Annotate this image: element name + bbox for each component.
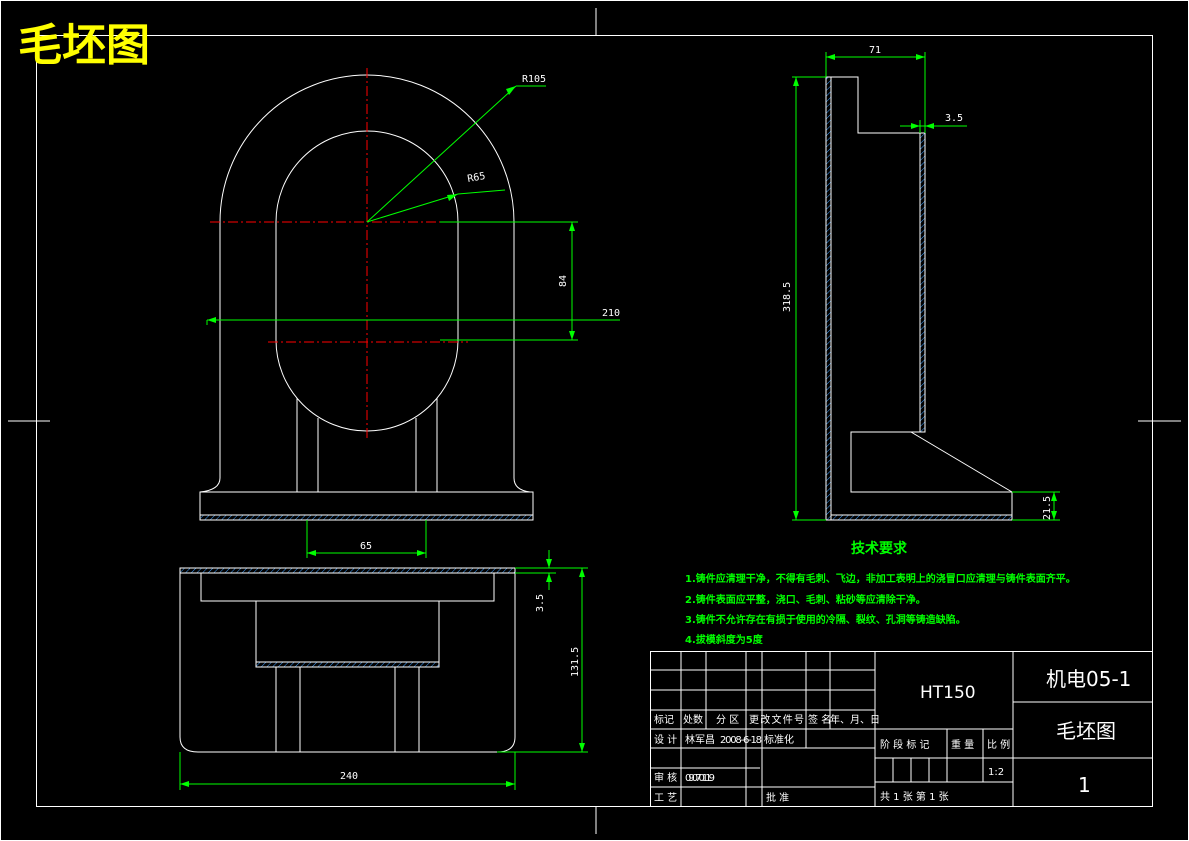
- requirement-3: 3.铸件不允许存在有损于使用的冷隔、裂纹、孔洞等铸造缺陷。: [685, 613, 966, 626]
- dim-240: 240: [340, 771, 358, 782]
- tb-header-count: 处数: [683, 713, 703, 726]
- tb-design-label: 设 计: [654, 733, 677, 746]
- front-base: [199, 491, 534, 516]
- tb-sheets: 共 1 张 第 1 张: [880, 790, 949, 803]
- dim-r105: R105: [522, 74, 546, 85]
- dim-3-5-bottom: 3.5: [535, 594, 546, 612]
- front-base-hatch: [199, 514, 534, 521]
- side-hatch: [825, 76, 1013, 521]
- big-title: 毛坯图: [18, 20, 150, 71]
- side-outline: [825, 76, 1013, 521]
- bottom-hatch: [179, 567, 516, 668]
- tb-header-change: 更改文件号: [749, 713, 804, 726]
- tb-weight-label: 重 量: [951, 738, 974, 751]
- tb-standardize-label: 标准化: [764, 733, 794, 746]
- bottom-dimension-arrows: [180, 559, 585, 787]
- requirement-2: 2.铸件表面应平整，浇口、毛刺、粘砂等应清除干净。: [685, 593, 926, 606]
- tb-header-date: 年、月、日: [830, 713, 880, 726]
- dim-210: 210: [602, 308, 620, 319]
- tb-stage-label: 阶 段 标 记: [880, 738, 930, 751]
- tb-material: HT150: [920, 683, 976, 703]
- tb-header-mark: 标记: [654, 714, 674, 726]
- front-dimension-arrows: [207, 86, 575, 556]
- requirement-4: 4.拔模斜度为5度: [685, 633, 764, 646]
- drawing-frame: [0, 0, 1189, 841]
- dim-21-5: 21.5: [1042, 496, 1053, 520]
- cad-drawing: 毛坯图 R105 R65 84 210 65 71 3.5 318.5 21.5…: [0, 0, 1189, 841]
- tb-drawing-name: 毛坯图: [1056, 719, 1116, 743]
- tb-header-zone: 分 区: [716, 714, 739, 726]
- tb-header-sign: 签 名: [808, 713, 831, 726]
- tb-scale-label: 比 例: [987, 738, 1010, 751]
- tb-class-code: 机电05-1: [1046, 667, 1131, 691]
- requirement-1: 1.铸件应清理干净，不得有毛刺、飞边，非加工表明上的浇冒口应清理与铸件表面齐平。: [685, 572, 1076, 585]
- requirements-heading: 技术要求: [851, 540, 908, 557]
- dim-71: 71: [869, 45, 881, 56]
- bottom-dimensions: [179, 550, 588, 790]
- dim-r65: R65: [467, 171, 487, 185]
- tb-review-value: 09070119: [685, 773, 715, 784]
- dim-65: 65: [360, 541, 372, 552]
- side-view: [825, 76, 1013, 521]
- tb-drawing-number: 1: [1078, 773, 1091, 797]
- dim-131-5: 131.5: [570, 647, 581, 677]
- tb-design-date: 2008-6-18: [720, 735, 762, 746]
- outer-arch: [219, 74, 531, 493]
- tb-process-label: 工 艺: [654, 792, 677, 804]
- side-dimensions: [792, 52, 1060, 521]
- dim-318-5: 318.5: [782, 282, 793, 312]
- tb-review-label: 审 核: [654, 771, 677, 784]
- tb-scale-value: 1:2: [988, 767, 1004, 778]
- dim-84: 84: [558, 275, 569, 287]
- tb-designer: 林军昌: [685, 733, 715, 746]
- dim-3-5-side: 3.5: [945, 113, 963, 124]
- front-dimensions: [206, 85, 620, 558]
- tb-approve-label: 批 准: [766, 791, 789, 804]
